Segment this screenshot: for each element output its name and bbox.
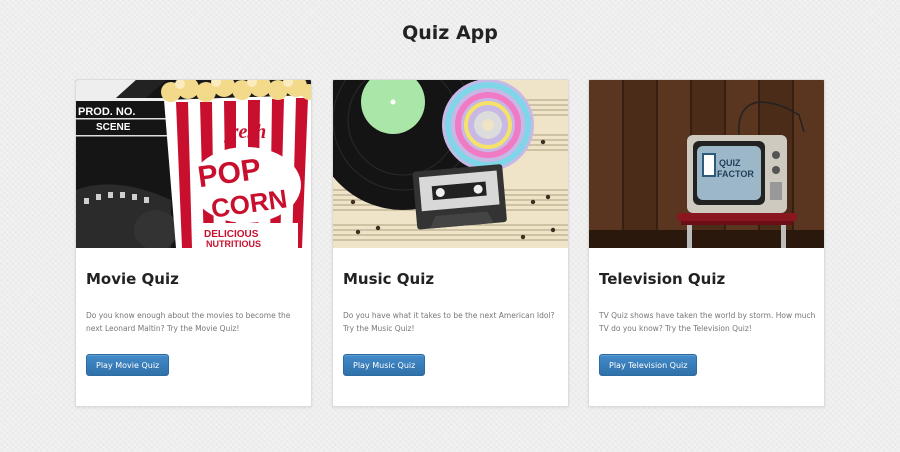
- television-quiz-title: Television Quiz: [599, 270, 726, 288]
- play-television-quiz-button[interactable]: Play Television Quiz: [599, 354, 698, 376]
- clapper-prod-text: PROD. NO.: [78, 106, 135, 118]
- music-quiz-image: [333, 80, 568, 248]
- television-quiz-image: QUIZ FACTOR: [589, 80, 824, 248]
- tv-screen-factor-text: FACTOR: [717, 169, 754, 179]
- nutritious-text: NUTRITIOUS: [206, 239, 261, 248]
- music-quiz-card: Music Quiz Do you have what it takes to …: [332, 79, 569, 407]
- page-title: Quiz App: [402, 22, 498, 44]
- music-quiz-title: Music Quiz: [343, 270, 435, 288]
- movie-quiz-image: PROD. NO. SCENE fresh POP CORN DELICIOUS…: [76, 80, 311, 248]
- movie-quiz-description: Do you know enough about the movies to b…: [86, 311, 291, 333]
- movie-quiz-card: PROD. NO. SCENE fresh POP CORN DELICIOUS…: [75, 79, 312, 407]
- fresh-text: fresh: [224, 121, 266, 143]
- television-quiz-description: TV Quiz shows have taken the world by st…: [599, 311, 816, 333]
- television-quiz-card: QUIZ FACTOR Television Quiz TV Quiz show…: [588, 79, 825, 407]
- music-quiz-description: Do you have what it takes to be the next…: [343, 311, 555, 333]
- play-music-quiz-button[interactable]: Play Music Quiz: [343, 354, 426, 376]
- play-movie-quiz-button[interactable]: Play Movie Quiz: [86, 354, 170, 376]
- clapper-scene-text: SCENE: [96, 122, 131, 133]
- movie-quiz-title: Movie Quiz: [86, 270, 179, 288]
- tv-screen-quiz-text: QUIZ: [719, 158, 741, 168]
